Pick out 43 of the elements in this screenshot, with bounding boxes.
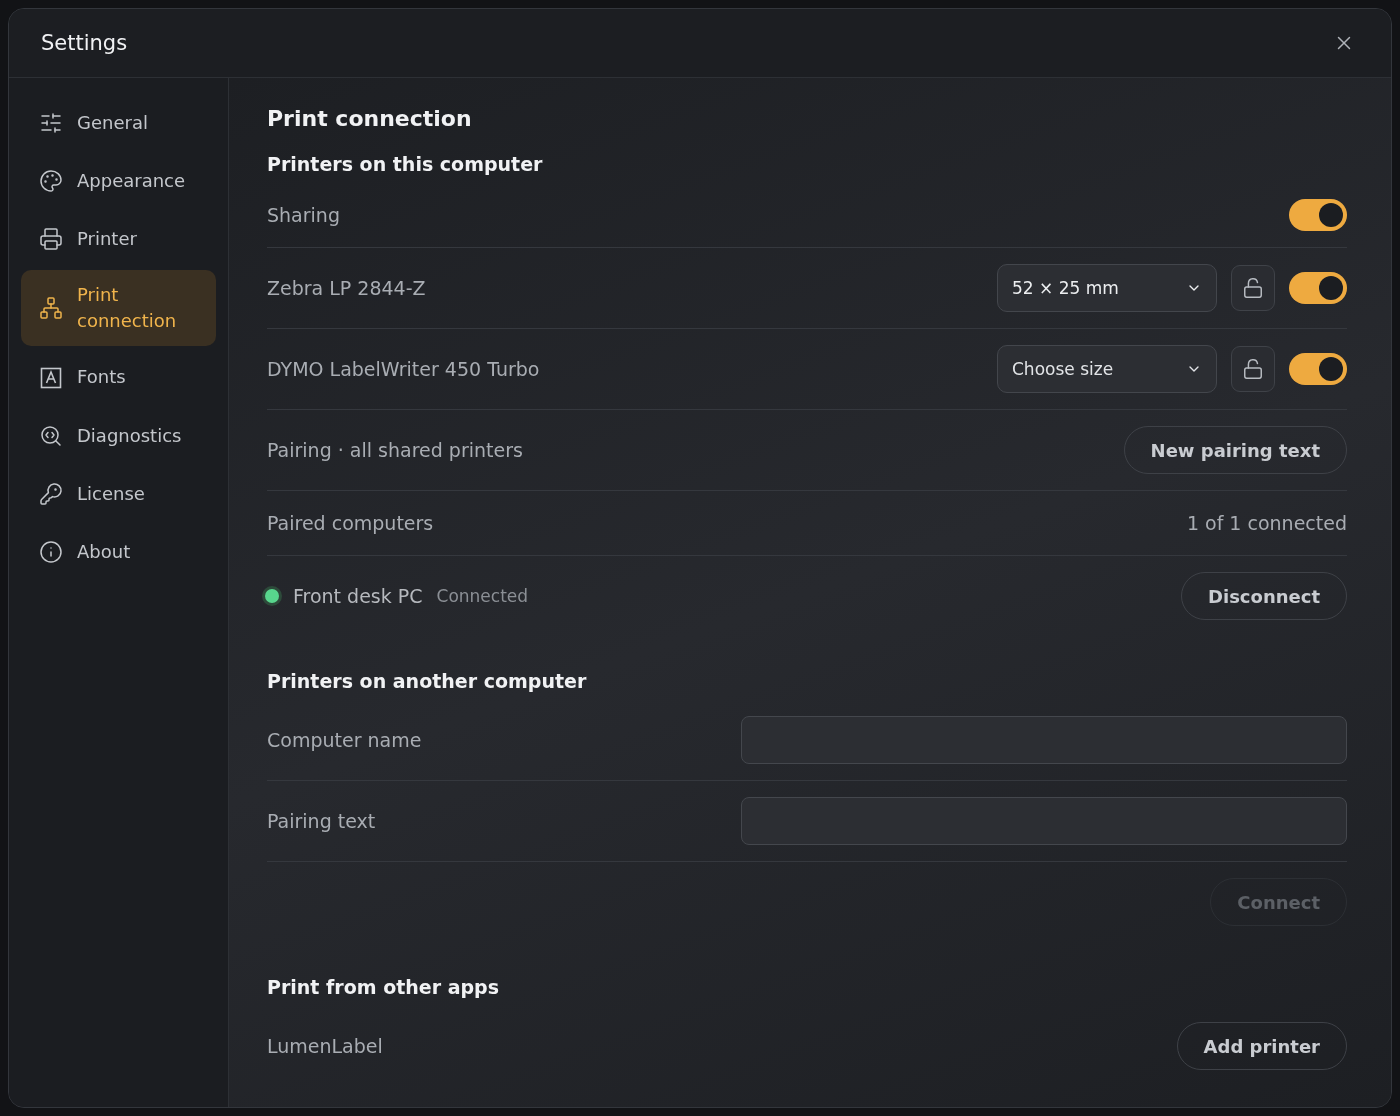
field-label: Pairing text — [267, 810, 377, 832]
input-field[interactable] — [741, 797, 1347, 845]
unlocked-padlock-icon — [1242, 358, 1264, 380]
sidebar-item[interactable]: Fonts — [21, 350, 216, 405]
window-title: Settings — [41, 31, 128, 55]
unlocked-padlock-icon — [1242, 277, 1264, 299]
font-icon — [39, 365, 63, 390]
printer-icon — [39, 227, 63, 252]
lock-button[interactable] — [1231, 265, 1275, 311]
size-select[interactable]: Choose size — [997, 345, 1217, 393]
sidebar-item[interactable]: Printer — [21, 212, 216, 267]
sidebar-item[interactable]: General — [21, 96, 216, 151]
sidebar-item[interactable]: About — [21, 524, 216, 579]
setting-label: LumenLabel — [267, 1035, 384, 1057]
printer-name: DYMO LabelWriter 450 Turbo — [267, 358, 541, 380]
size-select[interactable]: 52 × 25 mm — [997, 264, 1217, 312]
sidebar-item[interactable]: Print connection — [21, 270, 216, 347]
section-heading: Print from other apps — [267, 976, 500, 998]
setting-label: Pairing · all shared printers — [267, 439, 524, 461]
sidebar-item[interactable]: License — [21, 466, 216, 521]
lock-button[interactable] — [1231, 346, 1275, 392]
connection-count: 1 of 1 connected — [1186, 512, 1347, 534]
section-heading: Printers on another computer — [267, 670, 588, 692]
input-field[interactable] — [741, 716, 1347, 764]
toggle-switch[interactable] — [1289, 199, 1347, 231]
network-icon — [39, 296, 63, 321]
section-heading: Printers on this computer — [267, 153, 544, 175]
info-icon — [39, 539, 63, 564]
printer-name: Zebra LP 2844-Z — [267, 277, 427, 299]
toggle-switch[interactable] — [1289, 272, 1347, 304]
page-title: Print connection — [267, 106, 473, 131]
key-icon — [39, 481, 63, 506]
setting-label: Paired computers — [267, 512, 435, 534]
magnifier-icon — [39, 423, 63, 448]
toggle-switch[interactable] — [1289, 353, 1347, 385]
sidebar-item[interactable]: Appearance — [21, 154, 216, 209]
field-label: Computer name — [267, 729, 423, 751]
setting-label: Sharing — [267, 204, 341, 226]
computer-name: Front desk PC — [293, 585, 423, 607]
palette-icon — [39, 169, 63, 194]
sidebar-item[interactable]: Diagnostics — [21, 408, 216, 463]
sliders-icon — [39, 111, 63, 136]
status-text: Connected — [436, 586, 530, 606]
